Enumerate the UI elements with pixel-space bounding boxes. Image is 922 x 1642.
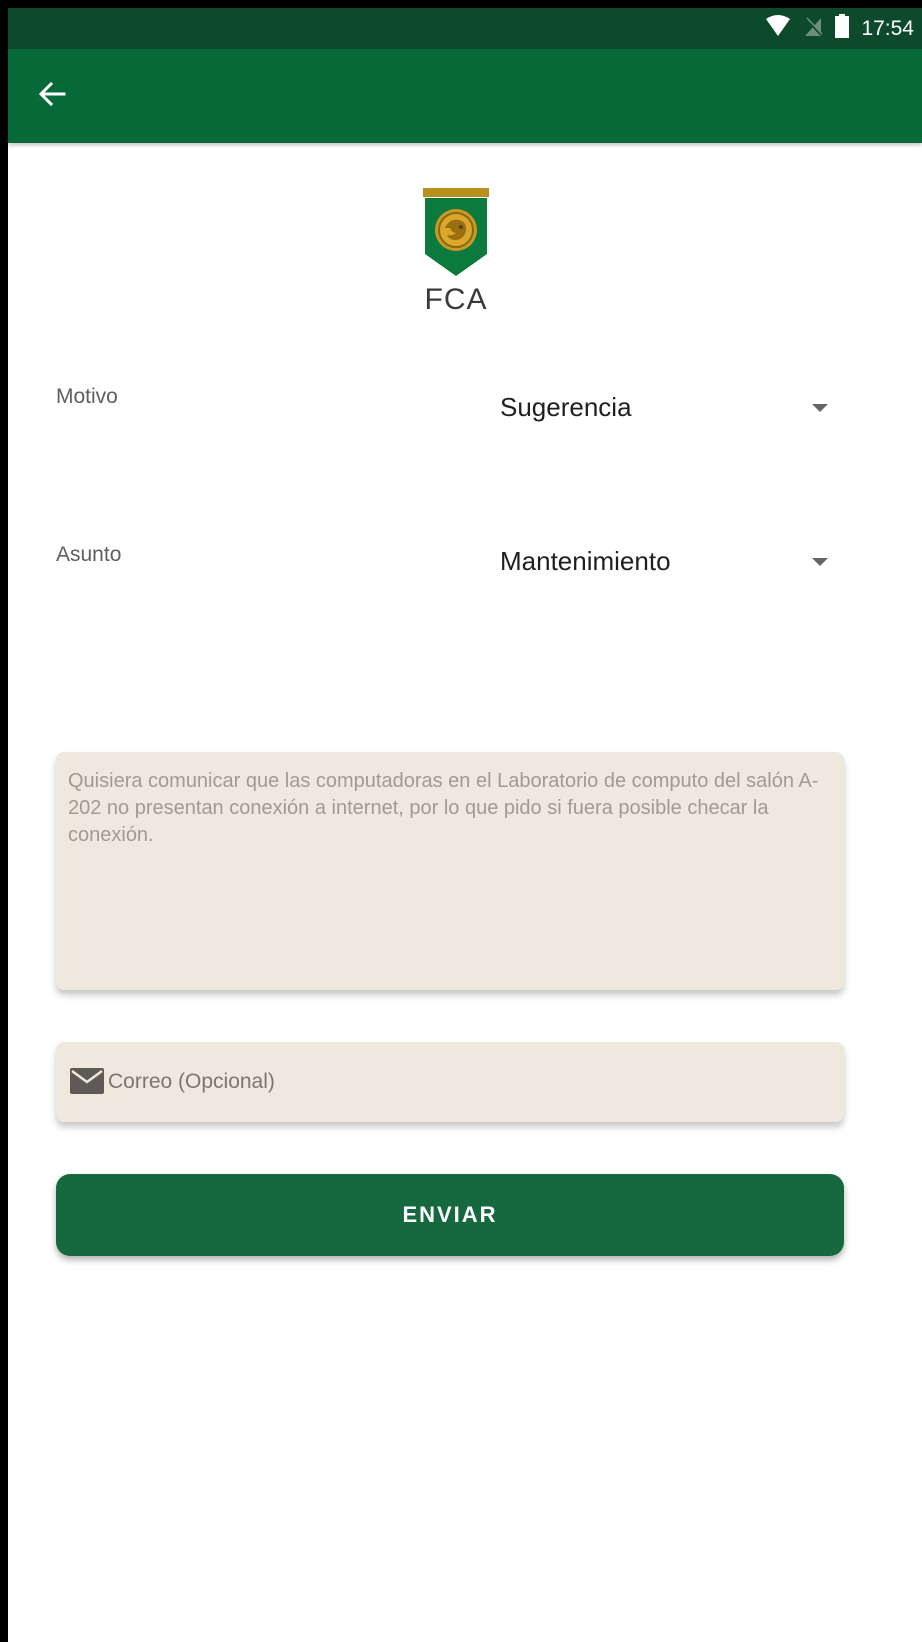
motivo-label: Motivo (56, 385, 118, 408)
status-time: 17:54 (861, 16, 914, 40)
message-card (56, 752, 844, 990)
email-card (56, 1042, 844, 1122)
asunto-label: Asunto (56, 543, 122, 566)
status-icons: 17:54 (765, 8, 914, 49)
fca-logo: FCA (418, 188, 494, 317)
back-button[interactable] (28, 72, 76, 120)
shield-emblem-icon (423, 188, 489, 282)
app-bar (8, 49, 922, 143)
app-screen: 17:54 FCA Motivo Sugerencia Asunto Mante… (8, 8, 922, 1642)
asunto-dropdown[interactable]: Mantenimiento (500, 536, 840, 586)
motivo-selected-value: Sugerencia (500, 392, 632, 422)
email-input[interactable] (108, 1064, 808, 1100)
no-signal-icon (803, 15, 823, 42)
asunto-selected-value: Mantenimiento (500, 546, 671, 576)
wifi-icon (765, 15, 791, 42)
message-input[interactable] (68, 768, 836, 978)
battery-icon (835, 14, 850, 43)
dropdown-arrow-icon (812, 404, 828, 412)
dropdown-arrow-icon (812, 558, 828, 566)
mail-icon (70, 1068, 104, 1094)
logo-text: FCA (424, 283, 488, 316)
motivo-dropdown[interactable]: Sugerencia (500, 382, 840, 432)
send-button-label: ENVIAR (402, 1202, 498, 1227)
arrow-back-icon (37, 79, 67, 114)
status-bar: 17:54 (8, 8, 922, 49)
send-button[interactable]: ENVIAR (56, 1174, 844, 1256)
